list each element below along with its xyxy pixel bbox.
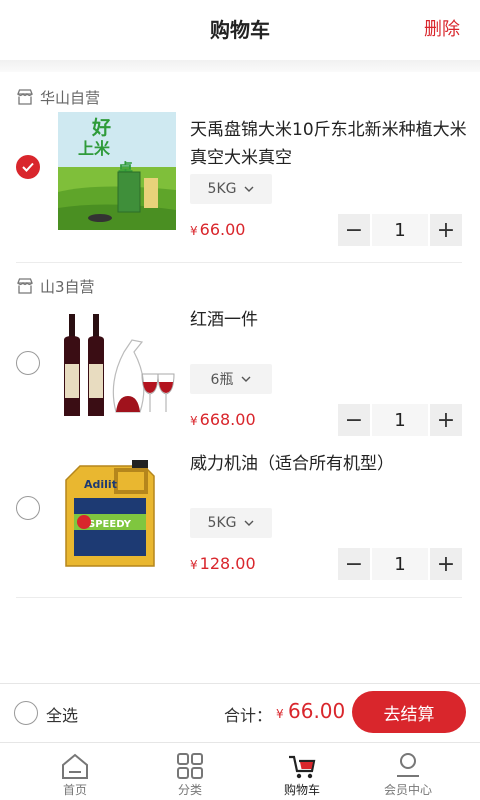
grid-icon bbox=[177, 753, 203, 779]
quantity-stepper: − 1 + bbox=[338, 548, 462, 580]
spec-value: 6瓶 bbox=[210, 372, 234, 388]
checkmark-icon bbox=[22, 162, 34, 172]
chevron-down-icon bbox=[244, 186, 254, 192]
tab-cart[interactable]: 购物车 bbox=[242, 743, 362, 800]
tab-label: 分类 bbox=[177, 783, 202, 797]
product-name[interactable]: 红酒一件 bbox=[190, 306, 470, 334]
user-icon bbox=[397, 753, 419, 777]
product-image-text-2: 上米 bbox=[78, 139, 111, 158]
checkout-button[interactable]: 去结算 bbox=[352, 691, 466, 733]
item-checkbox[interactable] bbox=[16, 155, 40, 179]
quantity-value[interactable]: 1 bbox=[372, 404, 428, 436]
currency-symbol: ¥ bbox=[190, 224, 198, 238]
quantity-value[interactable]: 1 bbox=[372, 548, 428, 580]
currency-symbol: ¥ bbox=[190, 414, 198, 428]
product-image-text-1: 好 bbox=[91, 116, 111, 139]
store-name: 山3自营 bbox=[40, 277, 95, 296]
total-label: 合计： bbox=[224, 706, 273, 725]
quantity-value[interactable]: 1 bbox=[372, 214, 428, 246]
total-value: 66.00 bbox=[288, 699, 346, 723]
item-checkbox[interactable] bbox=[16, 496, 40, 520]
checkout-bar: 全选 合计： ¥ 66.00 去结算 bbox=[0, 683, 480, 741]
product-price: ¥668.00 bbox=[190, 410, 256, 429]
decrement-button[interactable]: − bbox=[338, 214, 370, 246]
product-image: 好 上米 桌 bbox=[58, 112, 176, 230]
cart-item: 好 上米 桌 天禹盘锦大米10斤东北新米种植大米真空大米真空 5KG ¥66.0… bbox=[0, 112, 480, 262]
chevron-down-icon bbox=[241, 376, 251, 382]
currency-symbol: ¥ bbox=[190, 558, 198, 572]
product-image: Adilit SPEEDY bbox=[58, 458, 176, 576]
page-title: 购物车 bbox=[210, 18, 270, 42]
product-image-label: SPEEDY bbox=[88, 519, 132, 530]
shop-icon bbox=[17, 89, 33, 105]
tab-label: 购物车 bbox=[283, 783, 320, 797]
increment-button[interactable]: + bbox=[430, 548, 462, 580]
spec-value: 5KG bbox=[207, 515, 237, 531]
product-image-brand: Adilit bbox=[84, 478, 117, 491]
cart-item: Adilit SPEEDY 威力机油（适合所有机型） 5KG ¥128.00 −… bbox=[0, 450, 480, 600]
tab-member[interactable]: 会员中心 bbox=[348, 743, 468, 800]
tab-label: 首页 bbox=[62, 783, 87, 797]
spec-selector[interactable]: 5KG bbox=[190, 508, 272, 538]
cart-icon bbox=[289, 755, 316, 779]
increment-button[interactable]: + bbox=[430, 404, 462, 436]
decrement-button[interactable]: − bbox=[338, 548, 370, 580]
tab-label: 会员中心 bbox=[383, 783, 432, 797]
shop-icon bbox=[17, 278, 33, 294]
price-value: 66.00 bbox=[199, 220, 246, 239]
decrement-button[interactable]: − bbox=[338, 404, 370, 436]
divider bbox=[16, 597, 462, 598]
tab-category[interactable]: 分类 bbox=[130, 743, 250, 800]
price-value: 128.00 bbox=[199, 554, 256, 573]
tab-home[interactable]: 首页 bbox=[15, 743, 135, 800]
quantity-stepper: − 1 + bbox=[338, 404, 462, 436]
total-currency: ¥ bbox=[276, 707, 284, 721]
product-name[interactable]: 威力机油（适合所有机型） bbox=[190, 450, 470, 478]
select-all-checkbox[interactable] bbox=[14, 701, 38, 725]
store-header: 山3自营 bbox=[16, 274, 95, 298]
header: 购物车 删除 bbox=[0, 0, 480, 60]
quantity-stepper: − 1 + bbox=[338, 214, 462, 246]
header-separator bbox=[0, 60, 480, 72]
divider bbox=[16, 262, 462, 263]
spec-value: 5KG bbox=[207, 181, 237, 197]
store-name: 华山自营 bbox=[40, 88, 101, 107]
chevron-down-icon bbox=[244, 520, 254, 526]
select-all-label[interactable]: 全选 bbox=[46, 702, 78, 726]
store-header: 华山自营 bbox=[16, 85, 100, 109]
price-value: 668.00 bbox=[199, 410, 256, 429]
spec-selector[interactable]: 6瓶 bbox=[190, 364, 272, 394]
product-image bbox=[58, 312, 176, 430]
cart-item: 红酒一件 6瓶 ¥668.00 − 1 + bbox=[0, 304, 480, 454]
increment-button[interactable]: + bbox=[430, 214, 462, 246]
home-icon bbox=[62, 753, 88, 779]
delete-button[interactable]: 删除 bbox=[424, 15, 460, 41]
tab-bar: 首页 分类 购物车 会员中心 bbox=[0, 742, 480, 800]
item-checkbox[interactable] bbox=[16, 351, 40, 375]
spec-selector[interactable]: 5KG bbox=[190, 174, 272, 204]
product-price: ¥66.00 bbox=[190, 220, 245, 239]
product-name[interactable]: 天禹盘锦大米10斤东北新米种植大米真空大米真空 bbox=[190, 116, 470, 172]
product-price: ¥128.00 bbox=[190, 554, 256, 573]
